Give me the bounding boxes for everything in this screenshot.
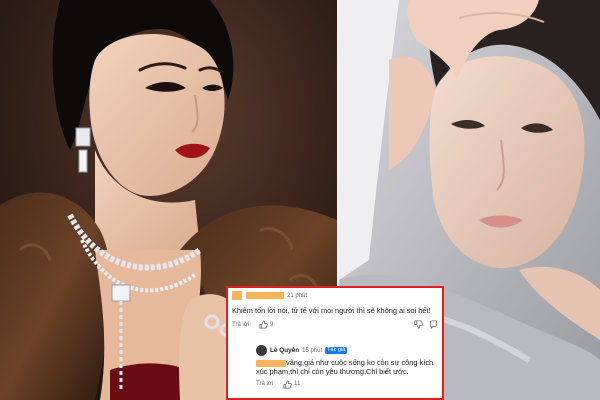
comment-1-text: Khiêm tốn lời nói, tử tế với mọi người t… — [232, 306, 431, 315]
author-badge: Tác giả — [325, 347, 348, 354]
comment-1: 21 phút Khiêm tốn lời nói, tử tế với mọi… — [232, 291, 438, 330]
comment-2: Lê Quyên 15 phút Tác giả vâng,giá như cu… — [256, 345, 438, 389]
dislike-icon[interactable] — [414, 320, 423, 329]
like-icon[interactable] — [283, 380, 292, 389]
reply-link[interactable]: Trả lời — [256, 381, 273, 387]
comment-2-like-count: 11 — [294, 381, 301, 388]
comment-1-actions: Trả lời 9 — [232, 320, 438, 330]
comment-2-author[interactable]: Lê Quyên — [270, 347, 299, 354]
comment-2-header: Lê Quyên 15 phút Tác giả — [256, 345, 438, 356]
comments-screenshot: 21 phút Khiêm tốn lời nói, tử tế với mọi… — [226, 286, 444, 400]
redacted-username — [246, 292, 284, 299]
reply-link[interactable]: Trả lời — [232, 322, 249, 328]
reply-bubble-icon[interactable] — [429, 320, 438, 330]
author-avatar — [256, 345, 267, 356]
comment-1-time: 21 phút — [287, 292, 308, 299]
like-icon[interactable] — [259, 320, 268, 329]
comment-2-time: 15 phút — [302, 347, 323, 354]
redacted-mention — [256, 359, 286, 367]
comment-2-body: vâng,giá như cuộc sống ko còn sự công kí… — [256, 358, 438, 377]
comment-2-actions: Trả lời 11 — [256, 380, 438, 389]
comment-1-like-count: 9 — [270, 321, 274, 328]
redacted-avatar — [232, 291, 242, 300]
comment-1-header: 21 phút — [232, 291, 438, 300]
